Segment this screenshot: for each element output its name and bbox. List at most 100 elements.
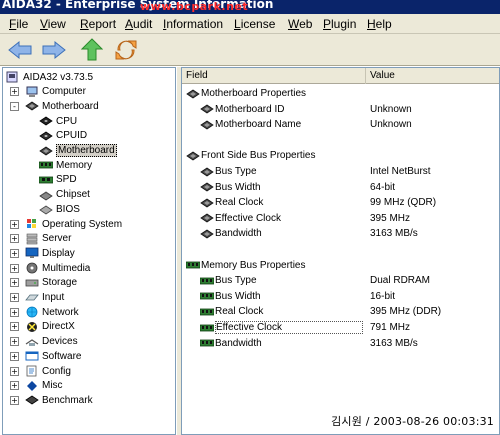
tree-item-bios[interactable]: BIOS bbox=[39, 202, 80, 216]
detail-list: Field Value Motherboard Properties Mother… bbox=[181, 67, 500, 435]
table-row[interactable]: Bus Type Intel NetBurst bbox=[182, 164, 499, 179]
table-row[interactable]: Bandwidth 3163 MB/s bbox=[182, 336, 499, 351]
field-value: 791 MHz bbox=[370, 322, 411, 333]
field-label: Effective Clock bbox=[215, 212, 281, 224]
table-row[interactable]: Bus Type Dual RDRAM bbox=[182, 273, 499, 288]
tree-item-label: SPD bbox=[56, 174, 77, 186]
menu-help[interactable]: Help bbox=[367, 17, 392, 31]
field-value: 395 MHz (DDR) bbox=[370, 306, 442, 318]
server-icon bbox=[25, 233, 39, 245]
tree-item-multimedia[interactable]: Multimedia bbox=[25, 261, 90, 275]
tree-item-storage[interactable]: Storage bbox=[25, 276, 77, 290]
menu-audit[interactable]: Audit bbox=[125, 17, 152, 31]
expand-icon[interactable]: + bbox=[10, 307, 19, 317]
field-value: 99 MHz (QDR) bbox=[370, 197, 437, 209]
column-header-value[interactable]: Value bbox=[366, 68, 499, 84]
field-label: Bus Width bbox=[215, 290, 261, 302]
field-value: 64-bit bbox=[370, 181, 396, 193]
forward-button[interactable] bbox=[40, 38, 68, 62]
expand-icon[interactable]: + bbox=[10, 87, 19, 97]
menu-view[interactable]: View bbox=[40, 17, 66, 31]
expand-icon[interactable]: + bbox=[10, 278, 19, 288]
motherboard-icon bbox=[25, 100, 39, 112]
tree-root[interactable]: AIDA32 v3.73.5 bbox=[6, 70, 93, 84]
tree-item-spd[interactable]: SPD bbox=[38, 173, 77, 187]
expand-icon[interactable]: + bbox=[10, 337, 19, 347]
navigation-tree[interactable]: AIDA32 v3.73.5 Computer + Motherboard - CPU C… bbox=[2, 67, 176, 435]
aida-icon bbox=[6, 71, 20, 83]
tree-item-label: Config bbox=[42, 365, 71, 377]
table-row[interactable]: Motherboard ID Unknown bbox=[182, 102, 499, 117]
tree-item-chipset[interactable]: Chipset bbox=[39, 188, 90, 202]
table-row[interactable]: Effective Clock 791 MHz bbox=[182, 320, 499, 335]
expand-icon[interactable]: + bbox=[10, 366, 19, 376]
expand-icon[interactable]: + bbox=[10, 248, 19, 258]
memory-icon bbox=[185, 259, 201, 271]
expand-icon[interactable]: + bbox=[10, 322, 19, 332]
field-label: Bandwidth bbox=[215, 337, 262, 349]
tree-item-display[interactable]: Display bbox=[25, 246, 75, 260]
field-label: Motherboard Properties bbox=[201, 88, 307, 99]
menu-information[interactable]: Information bbox=[163, 17, 223, 31]
tree-item-software[interactable]: Software bbox=[25, 349, 81, 363]
expand-icon[interactable]: + bbox=[10, 234, 19, 244]
menu-report[interactable]: Report bbox=[80, 17, 116, 31]
table-row[interactable]: Real Clock 99 MHz (QDR) bbox=[182, 195, 499, 210]
expand-icon[interactable]: + bbox=[10, 293, 19, 302]
computer-icon bbox=[25, 86, 39, 98]
tree-item-label: Software bbox=[42, 350, 82, 362]
menu-plugin[interactable]: Plugin bbox=[323, 17, 356, 31]
expand-icon[interactable]: + bbox=[10, 219, 19, 229]
tree-item-cpu[interactable]: CPU bbox=[39, 114, 77, 128]
multimedia-icon bbox=[25, 262, 39, 274]
column-header-field[interactable]: Field bbox=[182, 68, 366, 84]
collapse-icon[interactable]: - bbox=[10, 101, 19, 111]
tree-item-motherboard[interactable]: Motherboard bbox=[25, 99, 99, 113]
back-icon bbox=[8, 40, 32, 60]
table-row[interactable]: Effective Clock 395 MHz bbox=[182, 211, 499, 226]
bios-icon bbox=[39, 203, 53, 215]
tree-item-memory[interactable]: Memory bbox=[38, 158, 92, 172]
field-label: Bus Width bbox=[215, 181, 261, 193]
tree-item-config[interactable]: Config bbox=[25, 364, 71, 378]
tree-item-motherboard[interactable]: Motherboard bbox=[39, 144, 117, 158]
tree-item-label: BIOS bbox=[56, 203, 80, 215]
field-value: 16-bit bbox=[370, 290, 396, 302]
tree-item-cpuid[interactable]: CPUID bbox=[39, 129, 87, 143]
motherboard-icon bbox=[200, 119, 214, 131]
tree-item-label: CPUID bbox=[56, 130, 88, 142]
tree-item-directx[interactable]: DirectX bbox=[25, 320, 75, 334]
benchmark-icon bbox=[25, 394, 39, 406]
group-header: Motherboard Properties bbox=[182, 86, 499, 101]
menu-file[interactable]: File bbox=[9, 17, 28, 31]
tree-item-operating-system[interactable]: Operating System bbox=[25, 217, 122, 231]
expand-icon[interactable]: + bbox=[10, 381, 19, 391]
menu-web[interactable]: Web bbox=[288, 17, 312, 31]
input-icon bbox=[25, 292, 39, 304]
tree-item-computer[interactable]: Computer bbox=[25, 85, 86, 99]
expand-icon[interactable]: + bbox=[10, 351, 19, 361]
table-row[interactable]: Bus Width 64-bit bbox=[182, 180, 499, 195]
tree-item-network[interactable]: Network bbox=[25, 305, 79, 319]
up-button[interactable] bbox=[78, 38, 106, 62]
table-row[interactable]: Bandwidth 3163 MB/s bbox=[182, 226, 499, 241]
back-button[interactable] bbox=[6, 38, 34, 62]
field-label: Bus Type bbox=[215, 166, 257, 177]
expand-icon[interactable]: + bbox=[10, 395, 19, 405]
tree-item-devices[interactable]: Devices bbox=[25, 335, 78, 349]
table-row[interactable]: Motherboard Name Unknown bbox=[182, 117, 499, 132]
refresh-button[interactable] bbox=[112, 38, 140, 62]
tree-item-label: Misc bbox=[42, 380, 63, 392]
table-row[interactable]: Bus Width 16-bit bbox=[182, 289, 499, 304]
tree-item-server[interactable]: Server bbox=[25, 232, 71, 246]
field-label: Bus Type bbox=[215, 275, 257, 287]
expand-icon[interactable]: + bbox=[10, 263, 19, 273]
tree-item-benchmark[interactable]: Benchmark bbox=[25, 393, 93, 407]
motherboard-icon bbox=[200, 212, 214, 224]
table-row[interactable]: Real Clock 395 MHz (DDR) bbox=[182, 304, 499, 319]
tree-item-misc[interactable]: Misc bbox=[25, 379, 63, 393]
tree-item-input[interactable]: Input bbox=[25, 291, 64, 305]
cpu-icon bbox=[39, 115, 53, 127]
menu-license[interactable]: License bbox=[234, 17, 275, 31]
tree-root-label: AIDA32 v3.73.5 bbox=[23, 71, 94, 83]
